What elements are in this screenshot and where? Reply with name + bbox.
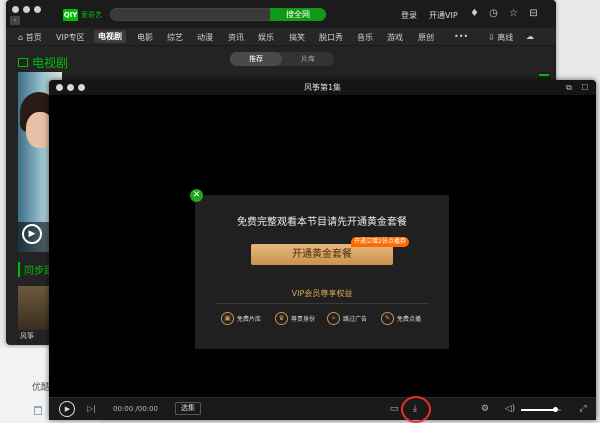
search-button[interactable]: 搜全网 bbox=[270, 8, 326, 21]
volume-icon[interactable]: ◁) bbox=[504, 403, 516, 415]
main-title-bar: ‹ QIY 爱奇艺 搜全网 登录 开通VIP ♦ ◷ ☆ ⊟ bbox=[6, 0, 556, 28]
nav-offline[interactable]: ⇩ 离线 bbox=[488, 32, 513, 43]
screen-icon[interactable]: ▭ bbox=[388, 403, 400, 415]
nav-offline-label: 离线 bbox=[497, 33, 514, 42]
bulb-icon[interactable]: ♦ bbox=[469, 8, 480, 19]
minimize-icon[interactable]: ⊟ bbox=[528, 8, 539, 19]
nav-games[interactable]: 游戏 bbox=[387, 32, 403, 43]
nav-original[interactable]: 原创 bbox=[418, 32, 434, 43]
perk-label: 免费点播 bbox=[397, 316, 422, 323]
player-controls: ▶ ▷| 00:00 /00:00 选集 ▭ ⤓ ⚙ ◁) ⤢ bbox=[49, 397, 596, 420]
nav-home-label: 首页 bbox=[25, 33, 42, 42]
panel-accent bbox=[539, 74, 549, 76]
perk-label: 跳过广告 bbox=[343, 316, 368, 323]
open-gold-plan-button[interactable]: 开通黄金套餐 bbox=[251, 244, 393, 265]
next-episode-icon[interactable]: ▷| bbox=[87, 404, 96, 413]
divider bbox=[215, 303, 429, 304]
close-dot-icon[interactable] bbox=[12, 6, 19, 13]
perk-label: 尊贵身份 bbox=[291, 316, 316, 323]
nav-tv[interactable]: 电视剧 bbox=[94, 30, 126, 43]
player-title-bar: 风筝第1集 ⧉ ☐ bbox=[49, 80, 596, 95]
trash-icon bbox=[34, 406, 42, 415]
thumbnail-caption[interactable]: 风筝 bbox=[20, 331, 34, 341]
promo-badge: 开通立赠2张点播券 bbox=[351, 237, 409, 247]
download-icon: ⇩ bbox=[488, 33, 495, 42]
episodes-button[interactable]: 选集 bbox=[175, 402, 201, 415]
nav-home[interactable]: ⌂ 首页 bbox=[18, 32, 42, 43]
cloud-icon[interactable]: ☁ bbox=[526, 32, 534, 41]
app-logo[interactable]: QIY 爱奇艺 bbox=[63, 8, 102, 21]
perk-free-vod: ✎ 免费点播 bbox=[381, 312, 421, 325]
segment-recommend[interactable]: 推荐 bbox=[230, 52, 282, 66]
logo-name: 爱奇艺 bbox=[81, 10, 102, 19]
segment-library[interactable]: 片库 bbox=[282, 52, 334, 66]
player-window: 风筝第1集 ⧉ ☐ 免费完整观看本节目请先开通黄金套餐 开通黄金套餐 开通立赠2… bbox=[49, 80, 596, 420]
nav-music[interactable]: 音乐 bbox=[357, 32, 373, 43]
volume-knob[interactable] bbox=[553, 407, 558, 412]
section-title: 电视剧 bbox=[18, 54, 68, 71]
volume-fill bbox=[521, 409, 555, 411]
nav-more[interactable]: ••• bbox=[454, 32, 468, 41]
download-highlight-circle bbox=[401, 396, 431, 423]
login-link[interactable]: 登录 bbox=[401, 10, 417, 21]
crown-icon: ♛ bbox=[275, 312, 288, 325]
perk-skip-ads: » 跳过广告 bbox=[327, 312, 367, 325]
nav-movie[interactable]: 电影 bbox=[137, 32, 153, 43]
nav-news[interactable]: 资讯 bbox=[228, 32, 244, 43]
main-nav: ⌂ 首页 VIP专区 电视剧 电影 综艺 动漫 资讯 娱乐 搞笑 脱口秀 音乐 … bbox=[6, 28, 556, 46]
segment-control: 推荐 片库 bbox=[230, 52, 334, 66]
nav-ent[interactable]: 娱乐 bbox=[258, 32, 274, 43]
fullscreen-icon[interactable]: ⤢ bbox=[577, 403, 589, 415]
dialog-close-icon[interactable]: ✕ bbox=[190, 189, 203, 202]
pip-icon[interactable]: ⧉ bbox=[564, 83, 574, 92]
play-icon[interactable]: ▶ bbox=[22, 224, 42, 244]
perk-label: 免费片库 bbox=[237, 316, 262, 323]
perk-free-library: ▣ 免费片库 bbox=[221, 312, 261, 325]
clock-icon[interactable]: ◷ bbox=[488, 8, 499, 19]
comment-icon[interactable]: ☐ bbox=[580, 83, 590, 92]
volume-slider[interactable] bbox=[521, 407, 561, 412]
tv-icon bbox=[18, 58, 28, 67]
minimize-dot-icon[interactable] bbox=[23, 6, 30, 13]
nav-talkshow[interactable]: 脱口秀 bbox=[319, 32, 343, 43]
perk-vip-identity: ♛ 尊贵身份 bbox=[275, 312, 315, 325]
search-button-label: 搜全网 bbox=[286, 10, 310, 19]
open-vip-link[interactable]: 开通VIP bbox=[429, 10, 458, 21]
ticket-icon: ✎ bbox=[381, 312, 394, 325]
time-display: 00:00 /00:00 bbox=[113, 405, 158, 413]
zoom-dot-icon[interactable] bbox=[34, 6, 41, 13]
logo-mark: QIY bbox=[63, 8, 78, 21]
dialog-message: 免费完整观看本节目请先开通黄金套餐 bbox=[237, 217, 407, 228]
star-icon[interactable]: ☆ bbox=[508, 8, 519, 19]
film-icon: ▣ bbox=[221, 312, 234, 325]
vip-dialog: 免费完整观看本节目请先开通黄金套餐 开通黄金套餐 开通立赠2张点播券 VIP会员… bbox=[195, 195, 449, 349]
nav-funny[interactable]: 搞笑 bbox=[289, 32, 305, 43]
player-title: 风筝第1集 bbox=[303, 83, 342, 92]
nav-variety[interactable]: 综艺 bbox=[167, 32, 183, 43]
skip-icon: » bbox=[327, 312, 340, 325]
play-button[interactable]: ▶ bbox=[59, 401, 75, 417]
nav-vip[interactable]: VIP专区 bbox=[56, 32, 85, 43]
vip-benefits-heading: VIP会员尊享权益 bbox=[291, 289, 353, 298]
nav-anime[interactable]: 动漫 bbox=[197, 32, 213, 43]
back-arrow-icon[interactable]: ‹ bbox=[10, 16, 20, 25]
section-title-text: 电视剧 bbox=[32, 56, 69, 70]
background-text: 优酷 bbox=[32, 383, 51, 393]
settings-icon[interactable]: ⚙ bbox=[479, 403, 491, 415]
